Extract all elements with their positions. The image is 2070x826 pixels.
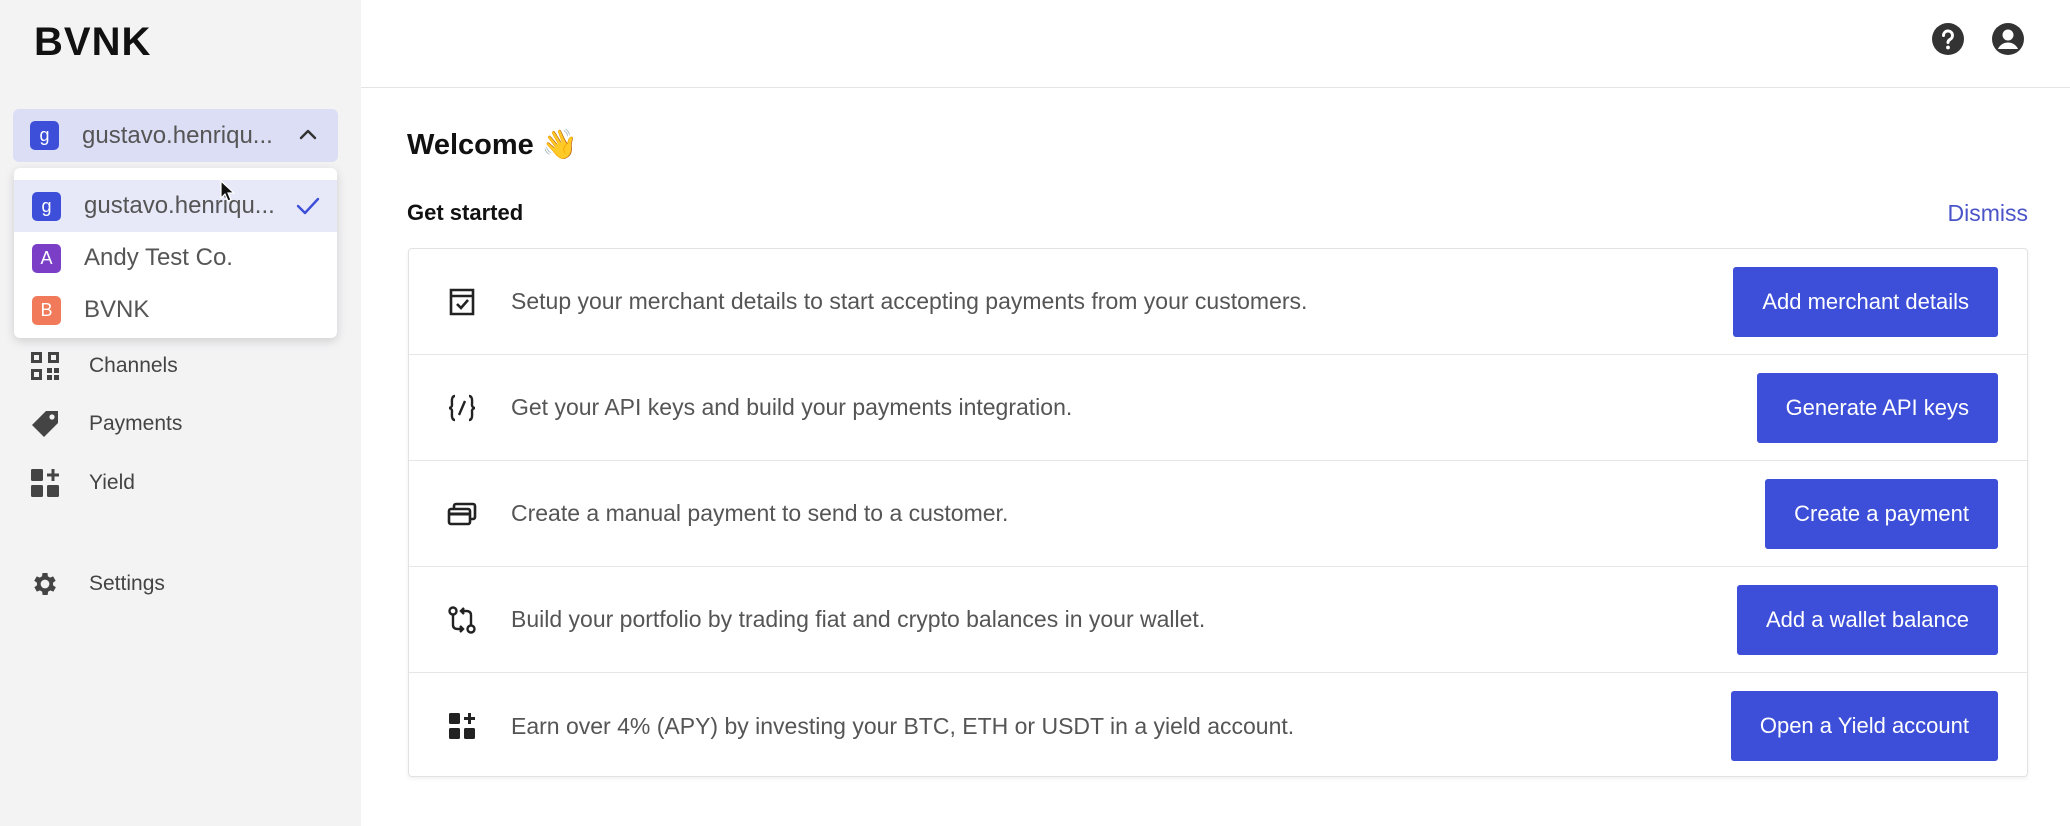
account-icon[interactable]: [1991, 22, 2025, 56]
open-yield-account-button[interactable]: Open a Yield account: [1730, 691, 1998, 761]
account-option-name: gustavo.henriqu...: [84, 192, 275, 219]
account-option[interactable]: g gustavo.henriqu...: [14, 180, 337, 232]
task-text: Create a manual payment to send to a cus…: [511, 500, 1009, 526]
yield-icon: [449, 713, 475, 739]
account-dropdown: g gustavo.henriqu... A Andy Test Co. B B…: [14, 168, 337, 338]
account-avatar: A: [32, 243, 61, 273]
task-text: Build your portfolio by trading fiat and…: [511, 606, 1206, 632]
account-avatar: g: [32, 191, 61, 221]
check-icon: [296, 197, 320, 215]
task-text: Earn over 4% (APY) by investing your BTC…: [511, 712, 1295, 739]
task-row: Setup your merchant details to start acc…: [409, 249, 2027, 355]
top-header: [361, 0, 2070, 88]
bvnk-logo[interactable]: BVNK: [34, 20, 151, 65]
nav-label-payments: Payments: [89, 412, 183, 435]
grid-icon: [31, 352, 59, 380]
generate-api-keys-button[interactable]: Generate API keys: [1756, 373, 1998, 443]
merchant-icon: [449, 288, 475, 316]
task-text: Setup your merchant details to start acc…: [511, 288, 1308, 314]
tag-icon: [32, 411, 58, 437]
account-option-name: Andy Test Co.: [84, 244, 233, 271]
account-selector[interactable]: g gustavo.henriqu...: [13, 109, 338, 162]
page-title: Welcome 👋: [407, 129, 578, 161]
gear-icon: [34, 573, 56, 595]
mouse-cursor-icon: [220, 180, 236, 202]
nav-label-yield: Yield: [89, 471, 135, 494]
card-icon: [447, 502, 477, 526]
add-merchant-details-button[interactable]: Add merchant details: [1733, 267, 1998, 337]
account-selector-name: gustavo.henriqu...: [82, 121, 273, 149]
nav-item-yield[interactable]: Yield: [30, 465, 135, 501]
account-option-name: BVNK: [84, 296, 150, 323]
nav-label-channels: Channels: [89, 354, 178, 377]
dismiss-link[interactable]: Dismiss: [1948, 200, 2029, 227]
add-wallet-balance-button[interactable]: Add a wallet balance: [1736, 585, 1998, 655]
create-payment-button[interactable]: Create a payment: [1765, 479, 1998, 549]
sidebar: BVNK g gustavo.henriqu... Channels Payme…: [0, 0, 361, 826]
task-row: Create a manual payment to send to a cus…: [409, 461, 2027, 567]
account-avatar: B: [32, 295, 61, 325]
dashboard-add-icon: [31, 469, 59, 497]
help-icon[interactable]: [1931, 22, 1965, 56]
get-started-card: Setup your merchant details to start acc…: [408, 248, 2028, 777]
nav-item-settings[interactable]: Settings: [30, 566, 165, 602]
task-text: Get your API keys and build your payment…: [511, 394, 1073, 420]
task-row: Build your portfolio by trading fiat and…: [409, 567, 2027, 673]
account-option[interactable]: A Andy Test Co.: [14, 232, 337, 284]
task-row: Get your API keys and build your payment…: [409, 355, 2027, 461]
account-avatar: g: [30, 121, 59, 150]
nav-label-settings: Settings: [89, 572, 165, 595]
chevron-up-icon: [299, 129, 317, 140]
nav-item-payments[interactable]: Payments: [30, 406, 182, 442]
api-icon: [448, 394, 476, 422]
nav-item-channels[interactable]: Channels: [30, 348, 178, 384]
account-option[interactable]: B BVNK: [14, 284, 337, 336]
swap-icon: [448, 606, 476, 634]
section-title: Get started: [407, 200, 524, 225]
task-row: Earn over 4% (APY) by investing your BTC…: [409, 673, 2027, 779]
